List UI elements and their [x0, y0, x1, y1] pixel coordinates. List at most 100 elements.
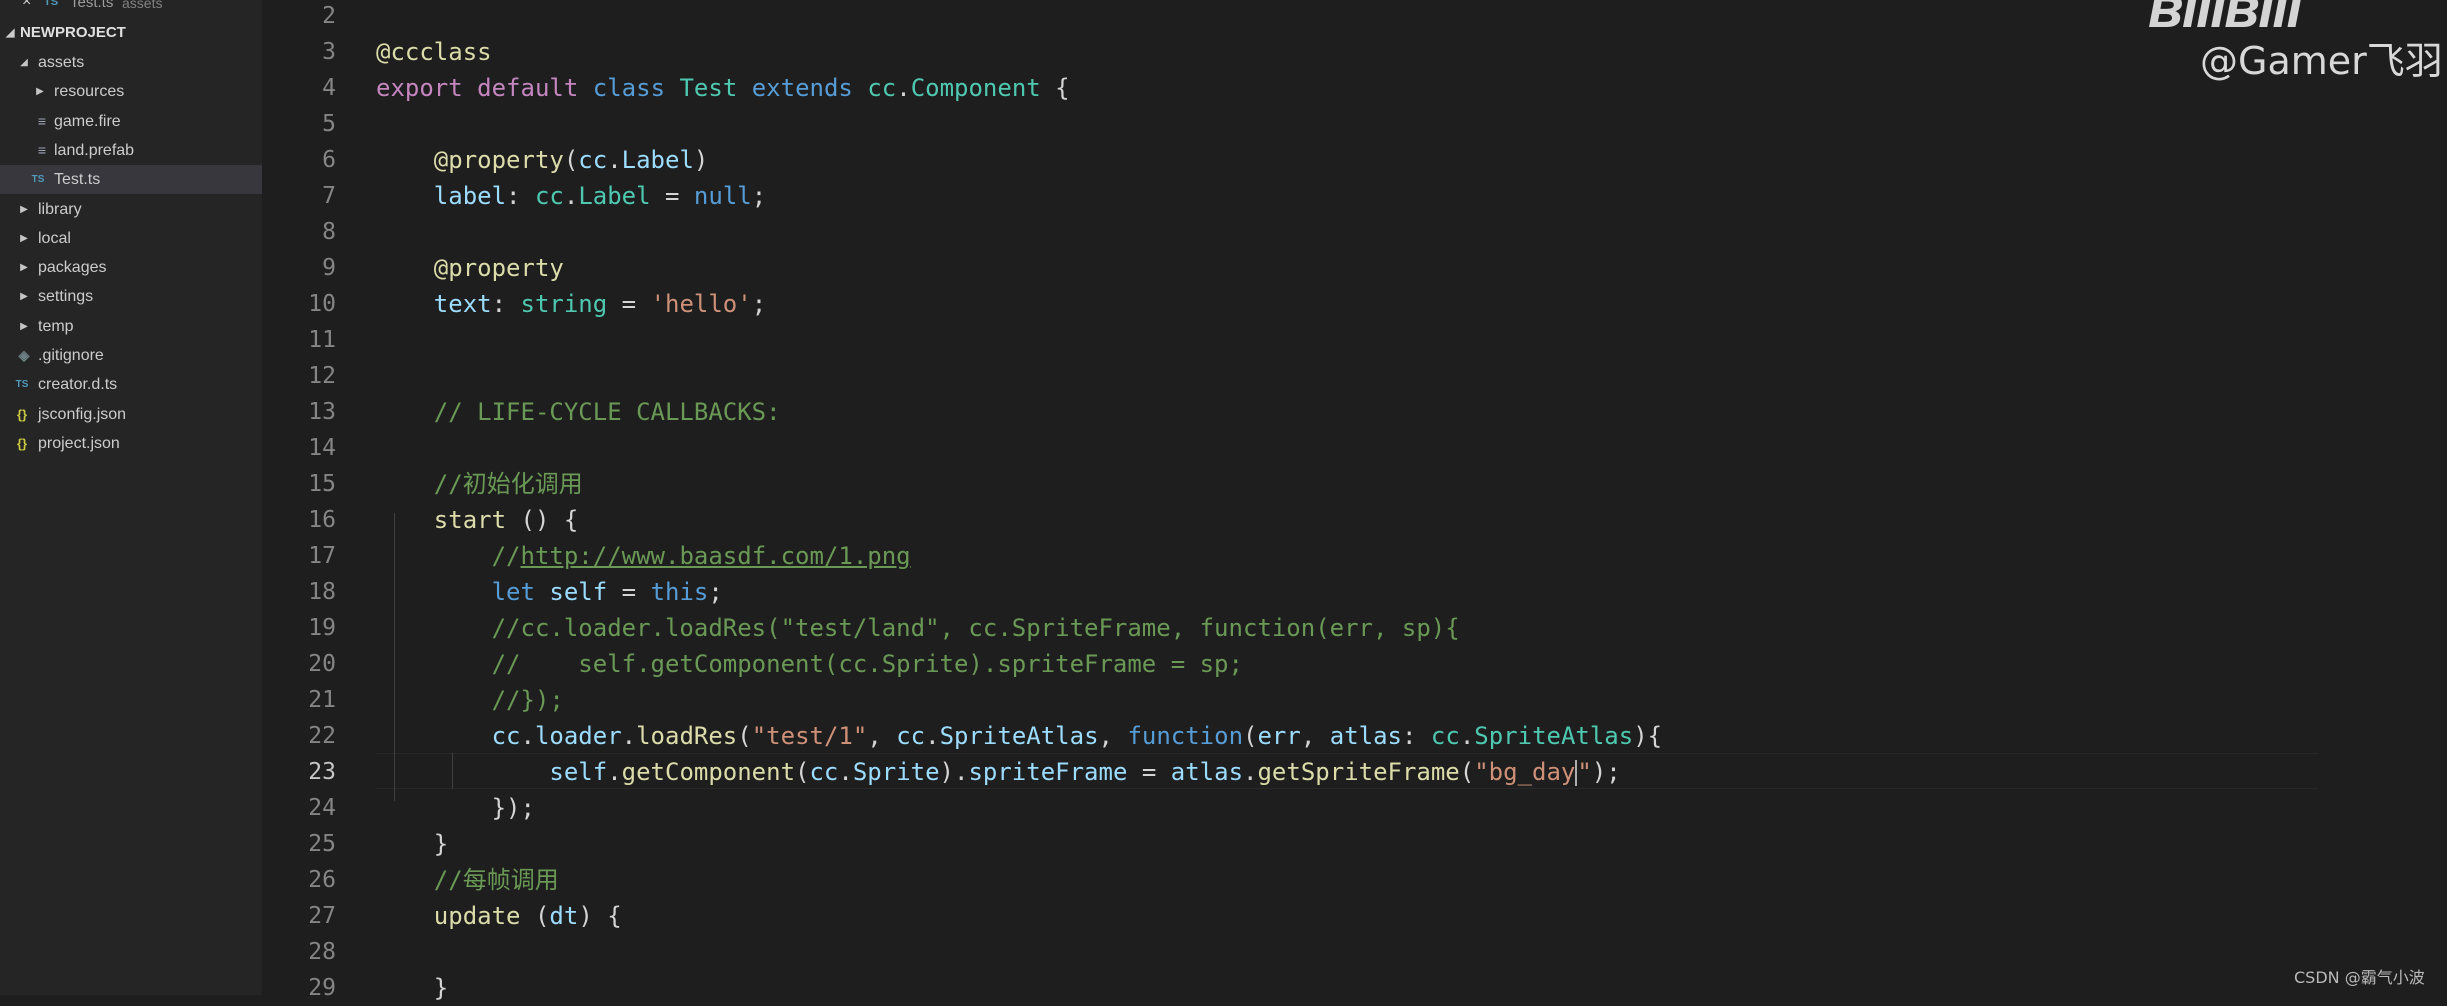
- tree-folder[interactable]: ▶ settings: [0, 282, 262, 311]
- code-line[interactable]: @ccclass: [376, 34, 492, 70]
- code-token: atlas: [1170, 758, 1244, 786]
- code-token: ): [693, 146, 709, 174]
- close-icon[interactable]: ×: [22, 0, 31, 10]
- code-token: "bg_day: [1474, 758, 1576, 786]
- code-token: start: [433, 506, 507, 534]
- chevron-right-icon[interactable]: ▶: [18, 253, 30, 282]
- lines-file-icon: ≡: [37, 141, 47, 158]
- line-number: 24: [308, 795, 336, 821]
- line-number: 9: [322, 255, 336, 281]
- code-area[interactable]: @ccclass export default class Test extend…: [376, 0, 2447, 1002]
- line-number: 25: [308, 831, 336, 857]
- code-line[interactable]: }: [376, 970, 448, 1006]
- code-line[interactable]: //cc.loader.loadRes("test/land", cc.Spri…: [376, 610, 1460, 646]
- code-token: (: [737, 722, 752, 750]
- code-token: ) {: [578, 902, 622, 930]
- code-line[interactable]: });: [376, 790, 535, 826]
- code-line[interactable]: update (dt) {: [376, 898, 622, 934]
- project-folder-header[interactable]: ◢ NEWPROJECT: [0, 22, 262, 44]
- code-line[interactable]: //每帧调用: [376, 862, 559, 898]
- code-line[interactable]: self.getComponent(cc.Sprite).spriteFrame…: [376, 754, 1621, 790]
- line-number: 7: [322, 183, 336, 209]
- tree-file[interactable]: ◈ .gitignore: [0, 341, 262, 370]
- tree-folder[interactable]: ◢ assets: [0, 48, 262, 77]
- tree-file[interactable]: TS Test.ts: [0, 165, 262, 195]
- code-line[interactable]: // self.getComponent(cc.Sprite).spriteFr…: [376, 646, 1243, 682]
- code-token: :: [506, 182, 535, 210]
- code-line[interactable]: @property: [376, 250, 564, 286]
- code-line[interactable]: @property(cc.Label): [376, 142, 709, 178]
- tree-folder[interactable]: ▶ local: [0, 224, 262, 253]
- tree-folder[interactable]: ▶ temp: [0, 312, 262, 341]
- code-token: getComponent: [621, 758, 796, 786]
- tree-item-label: resources: [54, 83, 125, 101]
- code-line[interactable]: //});: [376, 682, 564, 718]
- tree-file[interactable]: {} jsconfig.json: [0, 400, 262, 429]
- tree-folder[interactable]: ▶ packages: [0, 253, 262, 282]
- code-line[interactable]: //http://www.baasdf.com/1.png: [376, 538, 911, 574]
- code-token: );: [1591, 758, 1621, 786]
- open-editor-tab[interactable]: × TS Test.ts assets: [0, 0, 262, 12]
- code-token: err: [1257, 722, 1301, 750]
- code-token: .: [1459, 722, 1475, 750]
- tree-folder[interactable]: ▶ resources: [0, 77, 262, 106]
- code-token: label: [433, 182, 507, 210]
- tree-folder[interactable]: ▶ library: [0, 195, 262, 224]
- line-number: 20: [308, 651, 336, 677]
- code-line[interactable]: // LIFE-CYCLE CALLBACKS:: [376, 394, 781, 430]
- json-file-icon: {}: [16, 435, 28, 451]
- code-token: .: [607, 758, 622, 786]
- code-token: spriteFrame: [968, 758, 1128, 786]
- code-line[interactable]: label: cc.Label = null;: [376, 178, 766, 214]
- code-line[interactable]: let self = this;: [376, 574, 723, 610]
- chevron-right-icon[interactable]: ▶: [18, 224, 30, 253]
- code-token: text: [433, 290, 492, 318]
- chevron-right-icon[interactable]: ▶: [18, 282, 30, 311]
- code-token: ,: [1098, 722, 1128, 750]
- tree-file[interactable]: ≡ game.fire: [0, 107, 262, 136]
- chevron-right-icon[interactable]: ▶: [18, 195, 30, 224]
- line-number: 12: [308, 363, 336, 389]
- code-line[interactable]: text: string = 'hello';: [376, 286, 766, 322]
- code-token: getSpriteFrame: [1257, 758, 1460, 786]
- chevron-down-icon[interactable]: ◢: [18, 48, 30, 77]
- line-number: 13: [308, 399, 336, 425]
- chevron-right-icon[interactable]: ▶: [34, 77, 46, 106]
- tree-item-label: local: [38, 229, 71, 247]
- code-token: //: [491, 542, 521, 570]
- tree-item-label: creator.d.ts: [38, 376, 118, 394]
- code-token: cc: [578, 146, 608, 174]
- code-token: SpriteAtlas: [1474, 722, 1634, 750]
- tree-file[interactable]: {} project.json: [0, 429, 262, 458]
- code-token: () {: [506, 506, 579, 534]
- code-line[interactable]: //初始化调用: [376, 466, 583, 502]
- code-token: ;: [708, 578, 723, 606]
- line-number: 17: [308, 543, 336, 569]
- tree-file[interactable]: TS creator.d.ts: [0, 370, 262, 399]
- tree-item-label: game.fire: [54, 112, 121, 130]
- code-editor[interactable]: 2 3 4 5 6 7 8 9 10 11 12 13 14 15 16 17 18 19 20 21 22 23 24 25…: [262, 0, 2447, 1002]
- code-token: "test/1": [751, 722, 868, 750]
- code-line[interactable]: }: [376, 826, 448, 862]
- ts-file-icon: TS: [15, 379, 29, 391]
- code-line[interactable]: start () {: [376, 502, 579, 538]
- line-number: 2: [322, 3, 336, 29]
- code-token: (: [1459, 758, 1475, 786]
- code-line[interactable]: export default class Test extends cc.Com…: [376, 70, 1070, 106]
- tree-item-label: Test.ts: [54, 171, 101, 189]
- code-line[interactable]: cc.loader.loadRes("test/1", cc.SpriteAtl…: [376, 718, 1663, 754]
- code-link[interactable]: http://www.baasdf.com/1.png: [521, 542, 911, 570]
- tree-file[interactable]: ≡ land.prefab: [0, 136, 262, 165]
- tree-item-label: land.prefab: [54, 141, 135, 159]
- chevron-right-icon[interactable]: ▶: [18, 312, 30, 341]
